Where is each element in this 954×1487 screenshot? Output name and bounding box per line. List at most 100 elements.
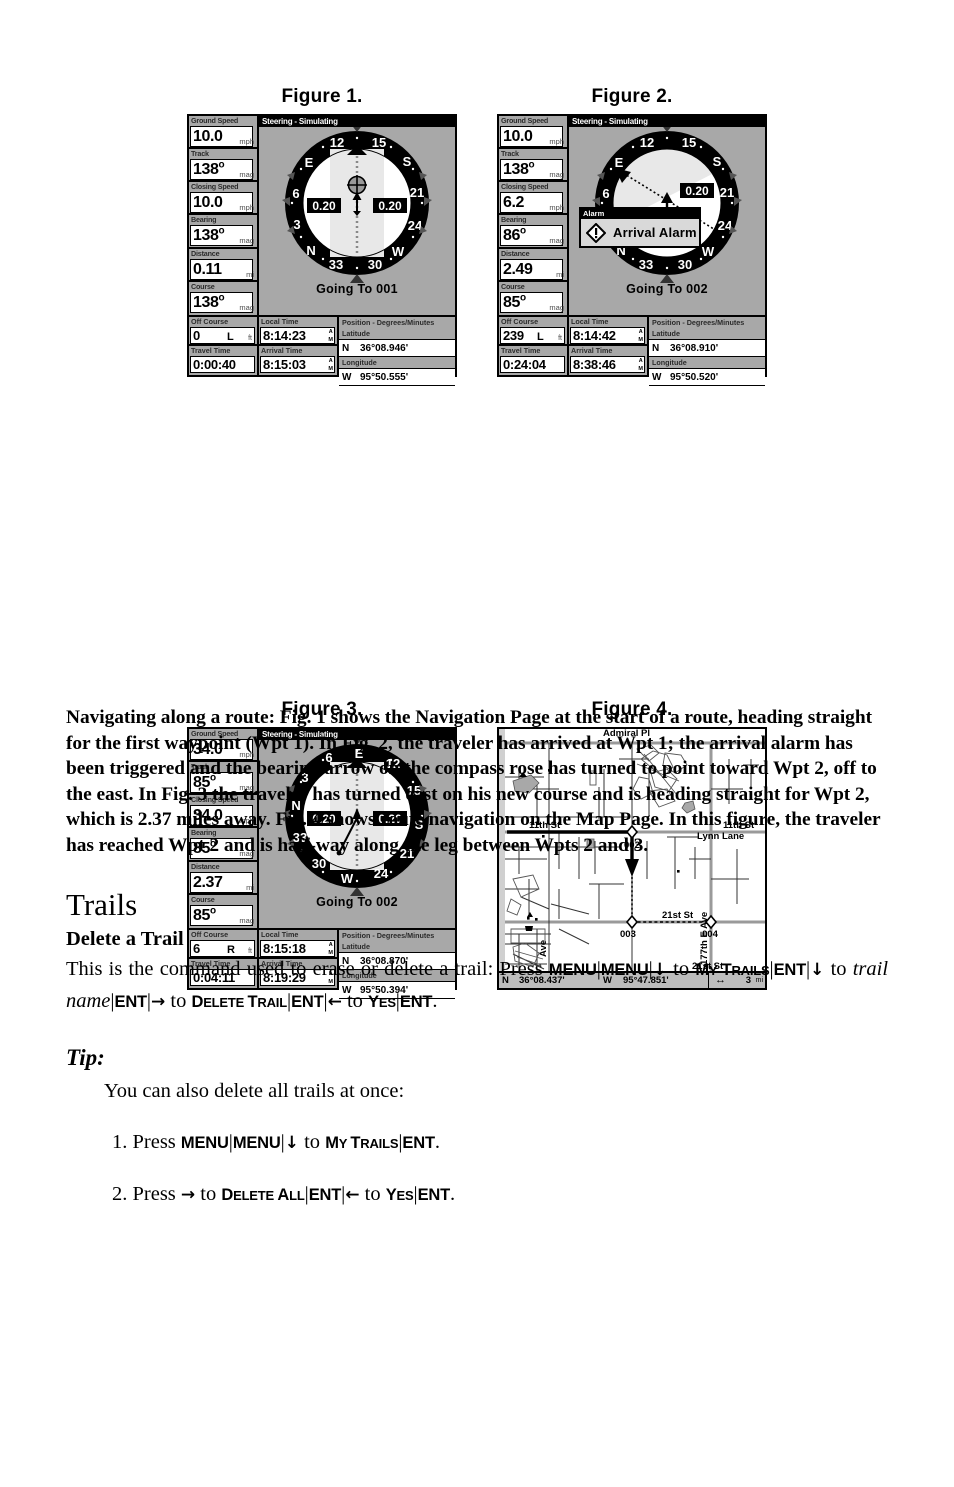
data-label: Closing Speed bbox=[499, 182, 567, 193]
svg-text:6: 6 bbox=[292, 186, 299, 201]
data-number: 10.0 bbox=[503, 128, 533, 145]
data-value: 0.11 mi bbox=[190, 258, 254, 280]
menu-delete-trail: DELETE TRAIL bbox=[191, 993, 287, 1011]
svg-text:W: W bbox=[702, 244, 715, 259]
svg-text:21: 21 bbox=[720, 185, 734, 200]
key-ent-1: ENT bbox=[308, 1186, 342, 1204]
key-ent-1: ENT bbox=[773, 961, 807, 979]
svg-text:33: 33 bbox=[639, 257, 653, 272]
data-value: 86o mag bbox=[500, 225, 564, 247]
data-number: 138o bbox=[193, 226, 225, 245]
menu-my-trails: MY TRAILS bbox=[325, 1134, 399, 1152]
data-unit: mag bbox=[549, 170, 564, 180]
delete-trail-lead: This is the command used to erase or del… bbox=[66, 958, 543, 980]
figure-2-data-column: Ground Speed 10.0 mph Track 138o mag Closi… bbox=[499, 116, 569, 315]
svg-text:6: 6 bbox=[602, 186, 609, 201]
word-to-4: to bbox=[346, 990, 363, 1012]
data-number: 138o bbox=[193, 159, 225, 179]
steering-title-bar: Steering - Simulating bbox=[259, 116, 455, 127]
key-right-arrow: → bbox=[180, 1185, 196, 1205]
step-2-verb: Press bbox=[132, 1183, 176, 1205]
cdi-right: 0.20 bbox=[680, 183, 714, 198]
data-label: Track bbox=[499, 149, 567, 160]
data-label: Course bbox=[499, 281, 567, 292]
data-unit: mag bbox=[239, 170, 254, 180]
data-value: 138o mag bbox=[190, 225, 254, 247]
svg-text:12: 12 bbox=[640, 135, 654, 150]
data-unit: mph bbox=[239, 203, 254, 213]
data-box-distance: Distance 2.49 mi bbox=[499, 248, 567, 282]
data-unit: mi bbox=[556, 269, 564, 279]
menu-yes: YES bbox=[385, 1186, 414, 1204]
data-box-bearing: Bearing 138o mag bbox=[189, 215, 257, 249]
cdi-right: 0.20 bbox=[373, 198, 407, 213]
cdi-left: 0.20 bbox=[307, 198, 341, 213]
data-label: Distance bbox=[189, 248, 257, 259]
figure-2-compass-panel: Steering - Simulating 12 15 S 21 24 W 30… bbox=[569, 116, 765, 315]
data-number: 6.2 bbox=[503, 194, 525, 212]
tip-lead-text: You can also delete all trails at once: bbox=[104, 1080, 405, 1102]
data-value: 138o mag bbox=[500, 159, 564, 181]
key-down-arrow-2: ↓ bbox=[810, 960, 825, 980]
word-to-2: to bbox=[830, 958, 847, 980]
key-menu-1: MENU bbox=[180, 1134, 229, 1152]
steering-title-bar: Steering - Simulating bbox=[569, 116, 765, 127]
data-box-ground-speed: Ground Speed 10.0 mph bbox=[189, 116, 257, 150]
data-label: Bearing bbox=[499, 215, 567, 226]
svg-text:21: 21 bbox=[410, 185, 424, 200]
menu-my-trails: MY TRAILS bbox=[695, 961, 770, 979]
data-unit: mph bbox=[549, 203, 564, 213]
data-unit: mi bbox=[246, 269, 254, 279]
data-value: 138o mag bbox=[190, 159, 254, 181]
data-label: Distance bbox=[499, 248, 567, 259]
data-number: 86o bbox=[503, 226, 526, 245]
degree-sup: o bbox=[218, 226, 225, 238]
data-value: 10.0 mph bbox=[500, 126, 564, 147]
key-ent-2: ENT bbox=[114, 993, 148, 1011]
svg-text:0.20: 0.20 bbox=[312, 199, 336, 213]
compass-rose-1: 12 15 S 21 24 W 30 33 N3 6E 0.20 0.20 Go… bbox=[259, 123, 455, 297]
data-label: Course bbox=[189, 281, 257, 292]
compass-rose-2: 1215 S21 24W 3033 N3 6E bbox=[569, 123, 765, 297]
svg-text:E: E bbox=[305, 155, 314, 170]
arrival-alarm-dialog[interactable]: Alarm Arrival Alarm bbox=[579, 207, 701, 248]
compass-rose-svg: 1215 S21 24W 3033 N3 6E bbox=[592, 123, 742, 283]
key-down-arrow: ↓ bbox=[284, 1133, 299, 1153]
data-box-closing-speed: Closing Speed 6.2 mph bbox=[499, 182, 567, 216]
data-value: 10.0 mph bbox=[190, 126, 254, 147]
svg-text:33: 33 bbox=[329, 257, 343, 272]
word-to: to bbox=[304, 1131, 321, 1153]
figure-1-caption: Figure 1. bbox=[281, 86, 363, 107]
svg-text:N: N bbox=[306, 243, 315, 258]
key-left-arrow-1: ← bbox=[327, 992, 342, 1012]
alarm-dialog-text: Arrival Alarm bbox=[613, 225, 697, 240]
subsection-title-delete-a-trail: Delete a Trail bbox=[66, 928, 184, 950]
svg-text:30: 30 bbox=[368, 257, 382, 272]
key-ent-3: ENT bbox=[291, 993, 324, 1011]
data-box-distance: Distance 0.11 mi bbox=[189, 248, 257, 282]
degree-sup: o bbox=[528, 159, 535, 171]
data-label: Closing Speed bbox=[189, 182, 257, 193]
key-ent: ENT bbox=[402, 1134, 435, 1152]
degree-sup: o bbox=[520, 226, 526, 238]
data-number: 138o bbox=[503, 159, 535, 179]
data-unit: mag bbox=[239, 236, 254, 246]
step-1-verb: Press bbox=[132, 1131, 176, 1153]
key-menu-1: MENU bbox=[548, 961, 597, 979]
data-label: Bearing bbox=[189, 215, 257, 226]
menu-yes: YES bbox=[368, 993, 396, 1011]
tip-heading: Tip: bbox=[66, 1045, 105, 1070]
data-label: Track bbox=[189, 149, 257, 160]
key-right-arrow-1: → bbox=[151, 992, 166, 1012]
svg-text:0.20: 0.20 bbox=[378, 199, 402, 213]
figure-1-data-column: Ground Speed 10.0 mph Track 138o mag Closi… bbox=[189, 116, 259, 315]
going-to-label: Going To 002 bbox=[626, 282, 708, 296]
svg-text:W: W bbox=[392, 244, 405, 259]
manual-page: Figure 1. Ground Speed 10.0 mph Track 138… bbox=[0, 0, 954, 1487]
step-2-number: 2. bbox=[112, 1183, 128, 1205]
degree-sup: o bbox=[218, 159, 225, 171]
svg-text:30: 30 bbox=[678, 257, 692, 272]
word-to-2: to bbox=[364, 1183, 381, 1205]
word-to-3: to bbox=[170, 990, 187, 1012]
data-box-track: Track 138o mag bbox=[189, 149, 257, 183]
